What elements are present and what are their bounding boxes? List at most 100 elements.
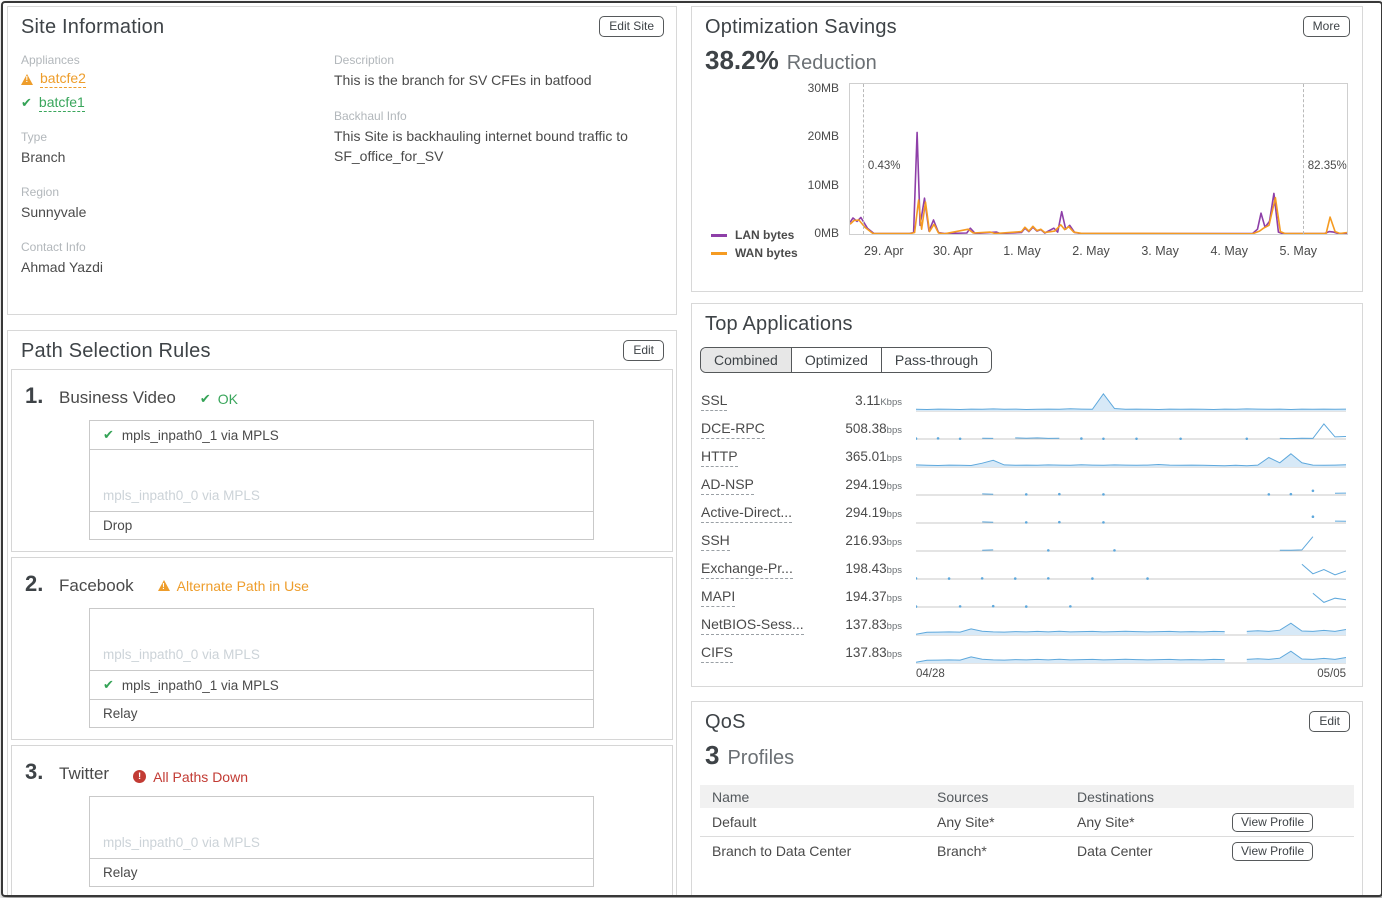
rule-number: 1. xyxy=(25,383,59,409)
app-value: 137.83 xyxy=(845,617,886,632)
site-info-right-column: Description This is the branch for SV CF… xyxy=(334,39,662,277)
qos-header-sources: Sources xyxy=(937,789,1077,805)
edit-site-button[interactable]: Edit Site xyxy=(599,16,664,37)
path-option[interactable]: Relay xyxy=(89,699,594,728)
app-row: Exchange-Pr...198.43bps xyxy=(692,554,1362,582)
path-option[interactable]: mpls_inpath0_0 via MPLS xyxy=(89,449,594,512)
path-option[interactable]: ✔mpls_inpath0_1 via MPLS xyxy=(89,420,594,450)
path-rule: 2.FacebookAlternate Path in Use mpls_inpa… xyxy=(11,557,673,740)
app-name[interactable]: AD-NSP xyxy=(701,476,818,492)
profiles-count: 3 xyxy=(705,740,719,771)
qos-table-header: NameSourcesDestinations xyxy=(700,785,1354,808)
app-name[interactable]: HTTP xyxy=(701,448,818,464)
app-throughput: 216.93bps xyxy=(818,533,902,548)
qos-profile-sources: Branch* xyxy=(937,843,1077,859)
app-name[interactable]: Active-Direct... xyxy=(701,504,818,520)
app-sparkline xyxy=(916,556,1346,580)
app-unit: bps xyxy=(887,481,902,492)
app-throughput: 3.11Kbps xyxy=(818,393,902,408)
tab-pass-through[interactable]: Pass-through xyxy=(881,348,991,372)
app-name[interactable]: CIFS xyxy=(701,644,818,660)
warning-triangle-icon xyxy=(21,74,33,85)
app-row: MAPI 194.37bps xyxy=(692,582,1362,610)
rule-header: 1.Business Video✔OK xyxy=(12,370,672,409)
annotation-label: 82.35% xyxy=(1308,160,1347,172)
rule-paths: ✔mpls_inpath0_1 via MPLSmpls_inpath0_0 v… xyxy=(89,420,594,540)
tab-optimized[interactable]: Optimized xyxy=(791,348,881,372)
path-rule: 1.Business Video✔OK ✔mpls_inpath0_1 via M… xyxy=(11,369,673,552)
app-name-text: SSH xyxy=(701,532,730,551)
qos-profile-name: Branch to Data Center xyxy=(700,843,937,859)
y-axis-tick: 10MB xyxy=(694,178,839,192)
app-throughput: 137.83bps xyxy=(818,617,902,632)
rule-status-text: Alternate Path in Use xyxy=(177,578,309,594)
top-applications-tabs: CombinedOptimizedPass-through xyxy=(700,347,992,373)
top-applications-rows: SSL3.11KbpsDCE-RPC508.38bpsHTTP365.01bps… xyxy=(692,386,1362,666)
path-option[interactable]: mpls_inpath0_0 via MPLS xyxy=(89,796,594,859)
check-icon: ✔ xyxy=(103,677,114,693)
path-option[interactable]: Relay xyxy=(89,858,594,887)
field-label: Contact Info xyxy=(21,240,334,254)
description-label: Description xyxy=(334,53,662,67)
view-profile-button[interactable]: View Profile xyxy=(1232,842,1313,861)
edit-qos-button[interactable]: Edit xyxy=(1309,711,1350,732)
field-label: Type xyxy=(21,130,334,144)
rule-status-text: All Paths Down xyxy=(153,769,248,785)
app-value: 194.37 xyxy=(845,589,886,604)
app-throughput: 198.43bps xyxy=(818,561,902,576)
path-option[interactable]: Drop xyxy=(89,511,594,540)
app-name[interactable]: DCE-RPC xyxy=(701,420,818,436)
app-unit: bps xyxy=(887,537,902,548)
app-unit: bps xyxy=(887,509,902,520)
x-axis-tick: 4. May xyxy=(1189,244,1269,258)
appliance-list: batcfe2 ✔batcfe1 xyxy=(21,70,334,112)
app-name[interactable]: NetBIOS-Sess... xyxy=(701,616,818,632)
path-selection-rules-title: Path Selection Rules xyxy=(21,340,211,363)
rule-paths: mpls_inpath0_0 via MPLS Relay xyxy=(89,796,594,887)
rule-number: 3. xyxy=(25,759,59,785)
legend-label: LAN bytes xyxy=(735,228,794,242)
dashboard-page: Site Information Edit Site Appliances ba… xyxy=(1,1,1382,897)
optimization-chart: 30MB20MB10MB0MB0.43%82.35%29. Apr30. Apr… xyxy=(692,7,1362,291)
qos-profile-sources: Any Site* xyxy=(937,814,1077,830)
app-name-text: MAPI xyxy=(701,588,735,607)
y-axis-tick: 30MB xyxy=(694,81,839,95)
app-row: DCE-RPC508.38bps xyxy=(692,414,1362,442)
axis-start-label: 04/28 xyxy=(916,668,945,680)
app-name[interactable]: MAPI xyxy=(701,588,818,604)
path-label: mpls_inpath0_0 via MPLS xyxy=(103,835,260,850)
app-value: 137.83 xyxy=(845,645,886,660)
app-name-text: HTTP xyxy=(701,448,738,467)
appliance-item[interactable]: ✔batcfe1 xyxy=(21,94,334,112)
edit-rules-button[interactable]: Edit xyxy=(623,340,664,361)
app-name[interactable]: SSH xyxy=(701,532,818,548)
legend-label: WAN bytes xyxy=(735,246,798,260)
view-profile-button[interactable]: View Profile xyxy=(1232,813,1313,832)
path-option[interactable]: ✔mpls_inpath0_1 via MPLS xyxy=(89,670,594,700)
x-axis-tick: 3. May xyxy=(1120,244,1200,258)
app-name[interactable]: SSL xyxy=(701,392,818,408)
app-name-text: DCE-RPC xyxy=(701,420,765,439)
field-value: Ahmad Yazdi xyxy=(21,257,334,277)
app-name-text: Active-Direct... xyxy=(701,504,792,523)
check-icon: ✔ xyxy=(21,95,32,111)
app-row: SSH 216.93bps xyxy=(692,526,1362,554)
appliance-item[interactable]: batcfe2 xyxy=(21,70,334,88)
rule-status: !All Paths Down xyxy=(133,769,248,785)
rule-number: 2. xyxy=(25,571,59,597)
app-value: 508.38 xyxy=(845,421,886,436)
path-selection-rules-panel: Path Selection Rules Edit 1.Business Vid… xyxy=(7,330,677,897)
tab-combined[interactable]: Combined xyxy=(701,348,791,372)
app-throughput: 194.37bps xyxy=(818,589,902,604)
rule-header: 2.FacebookAlternate Path in Use xyxy=(12,558,672,597)
app-sparkline xyxy=(916,416,1346,440)
optimization-plot-area: 0.43%82.35% xyxy=(849,83,1348,235)
app-unit: Kbps xyxy=(880,397,902,408)
qos-panel: QoS Edit 3 Profiles NameSourcesDestinati… xyxy=(691,701,1363,897)
backhaul-label: Backhaul Info xyxy=(334,109,662,123)
path-rule: 3.Twitter!All Paths Downmpls_inpath0_0 v… xyxy=(11,745,673,897)
rule-status: Alternate Path in Use xyxy=(158,578,309,594)
path-option[interactable]: mpls_inpath0_0 via MPLS xyxy=(89,608,594,671)
annotation-line xyxy=(1303,84,1304,234)
app-name[interactable]: Exchange-Pr... xyxy=(701,560,818,576)
